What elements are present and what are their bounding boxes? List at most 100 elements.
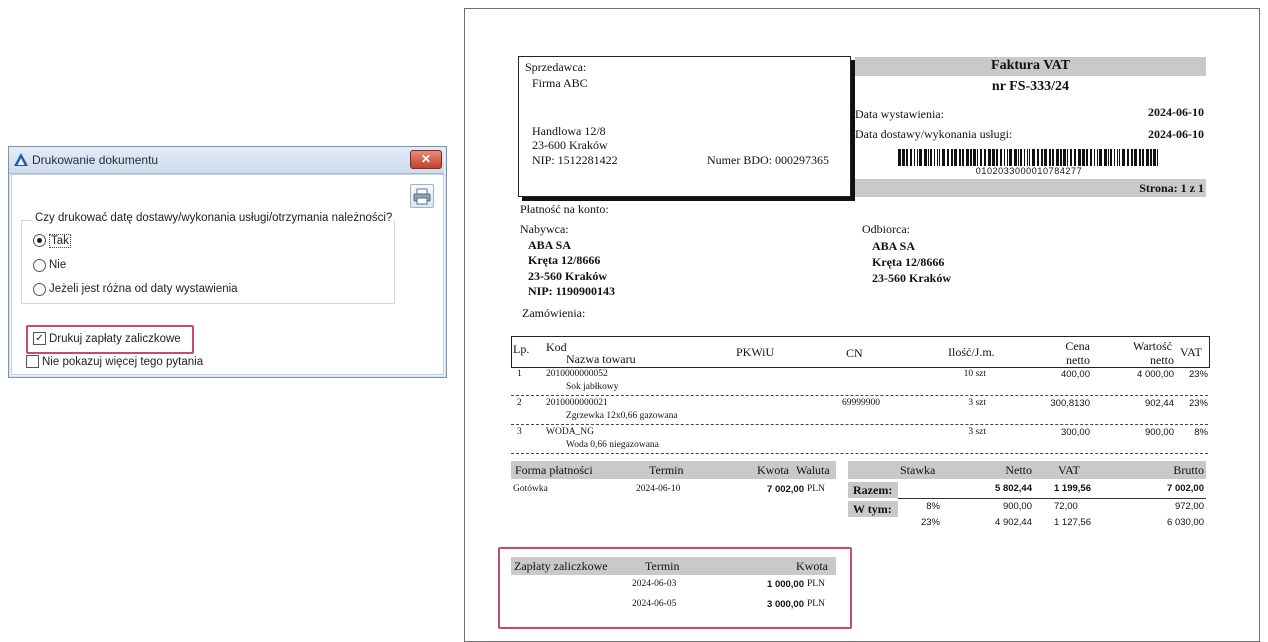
checkbox-dont-show[interactable] [26, 355, 39, 368]
item-3-cena: 300,00 [1060, 427, 1090, 438]
recipient-label: Odbiorca: [862, 222, 910, 236]
vat-col-netto: Netto [1005, 463, 1032, 477]
item-3-ilosc: 3 szt [968, 427, 986, 437]
col-nazwa: Nazwa towaru [566, 352, 636, 366]
item-1-vat: 23% [1188, 369, 1208, 380]
item-2-vat: 23% [1188, 398, 1208, 409]
item-3-nazwa: Woda 0,66 niegazowana [566, 440, 659, 450]
invoice-number: nr FS-333/24 [991, 79, 1070, 94]
razem-brutto: 7 002,00 [1167, 483, 1204, 494]
radio-nie-label[interactable]: Nie [49, 259, 66, 271]
vat-col-stawka: Stawka [900, 463, 936, 477]
page-indicator: Strona: 1 z 1 [1139, 181, 1204, 195]
item-1-kod: 2010000000052 [546, 369, 608, 379]
orders-label: Zamówienia: [522, 306, 586, 320]
item-3-lp: 3 [517, 427, 522, 437]
item-3-divider [511, 453, 1208, 454]
payment-col-termin: Termin [649, 463, 684, 477]
date-option-question: Czy drukować datę dostawy/wykonania usłu… [33, 212, 395, 224]
vat-col-vat: VAT [1058, 463, 1080, 477]
vat-row-2-vat: 1 127,56 [1054, 517, 1091, 528]
issue-date-label: Data wystawienia: [855, 107, 944, 121]
item-1-divider [511, 395, 1208, 396]
barcode-icon [898, 149, 1158, 166]
vat-row-2-stawka: 23% [920, 517, 940, 528]
col-ilosc: Ilość/J.m. [948, 345, 995, 359]
item-2-nazwa: Zgrzewka 12x0,66 gazowana [566, 411, 678, 421]
payment-termin: 2024-06-10 [636, 484, 681, 494]
buyer-name: ABA SA [528, 238, 572, 252]
col-cena-1: Cena [1065, 339, 1090, 353]
item-1-nazwa: Sok jabłkowy [566, 382, 619, 392]
radio-jezeli[interactable] [33, 283, 46, 296]
item-3-kod: WODA_NG [546, 427, 595, 437]
wtym-label: W tym: [853, 502, 892, 516]
item-2-wartosc: 902,44 [1144, 398, 1174, 409]
delivery-date-label: Data dostawy/wykonania usługi: [855, 127, 1013, 141]
highlight-frame-advance [498, 547, 852, 629]
recipient-name: ABA SA [872, 239, 916, 253]
invoice-title: Faktura VAT [991, 58, 1070, 73]
dialog-title: Drukowanie dokumentu [32, 153, 159, 167]
col-cn: CN [846, 346, 863, 360]
comarch-triangle-icon [14, 153, 28, 166]
buyer-label: Nabywca: [520, 222, 569, 236]
radio-tak-label[interactable]: Tak [49, 234, 71, 248]
close-button[interactable]: ✕ [410, 150, 442, 169]
item-1-ilosc: 10 szt [963, 369, 986, 379]
item-1-lp: 1 [517, 369, 522, 379]
vat-col-brutto: Brutto [1173, 463, 1204, 477]
item-3-wartosc: 900,00 [1144, 427, 1174, 438]
item-2-cena: 300,8130 [1050, 398, 1090, 409]
vat-row-2-netto: 4 902,44 [995, 517, 1032, 528]
print-button[interactable] [410, 184, 434, 208]
col-lp: Lp. [513, 342, 530, 356]
item-2-ilosc: 3 szt [968, 398, 986, 408]
buyer-street: Kręta 12/8666 [528, 253, 601, 267]
seller-street: Handlowa 12/8 [532, 124, 606, 138]
highlight-frame-checkbox [26, 325, 194, 354]
col-cena-2: netto [1066, 353, 1090, 367]
col-pkwiu: PKWiU [736, 345, 775, 359]
printer-icon [413, 188, 431, 205]
seller-city: 23-600 Kraków [532, 138, 608, 152]
payment-forma: Gotówka [513, 484, 548, 494]
close-icon: ✕ [420, 152, 432, 166]
issue-date: 2024-06-10 [1148, 105, 1204, 119]
item-2-cn: 69999900 [842, 398, 880, 408]
payment-col-waluta: Waluta [796, 463, 830, 477]
razem-netto: 5 802,44 [995, 483, 1032, 494]
payment-kwota: 7 002,00 [767, 484, 804, 495]
item-1-wartosc: 4 000,00 [1137, 369, 1174, 380]
recipient-city: 23-560 Kraków [872, 271, 951, 285]
payment-col-forma: Forma płatności [515, 463, 593, 477]
seller-nip: NIP: 1512281422 [532, 153, 618, 167]
razem-label: Razem: [853, 483, 893, 497]
item-1-cena: 400,00 [1060, 369, 1090, 380]
payment-col-kwota: Kwota [757, 463, 789, 477]
seller-name: Firma ABC [532, 76, 588, 90]
radio-tak[interactable] [33, 234, 46, 247]
razem-vat: 1 199,56 [1054, 483, 1091, 494]
vat-row-1-netto: 900,00 [1002, 501, 1032, 512]
vat-row-1-stawka: 8% [926, 501, 940, 512]
item-2-divider [511, 424, 1208, 425]
barcode-number: 0102033000010784277 [975, 166, 1083, 176]
col-wartosc-1: Wartość [1132, 339, 1172, 353]
item-3-vat: 8% [1194, 427, 1208, 438]
item-2-lp: 2 [517, 398, 522, 408]
radio-nie[interactable] [33, 259, 46, 272]
vat-row-2-brutto: 6 030,00 [1167, 517, 1204, 528]
vat-row-1-vat: 72,00 [1054, 501, 1078, 512]
col-wartosc-2: netto [1150, 353, 1174, 367]
razem-divider [898, 498, 1206, 499]
col-kod: Kod [546, 340, 567, 354]
item-2-kod: 2010000000021 [546, 398, 608, 408]
payment-method: Płatność na konto: [520, 202, 609, 216]
payment-waluta: PLN [807, 484, 825, 494]
radio-jezeli-label[interactable]: Jeżeli jest różna od daty wystawienia [49, 283, 238, 295]
vat-row-1-brutto: 972,00 [1174, 501, 1204, 512]
seller-bdo: Numer BDO: 000297365 [707, 153, 829, 167]
checkbox-dont-show-label[interactable]: Nie pokazuj więcej tego pytania [42, 356, 203, 368]
col-vat: VAT [1180, 345, 1202, 359]
